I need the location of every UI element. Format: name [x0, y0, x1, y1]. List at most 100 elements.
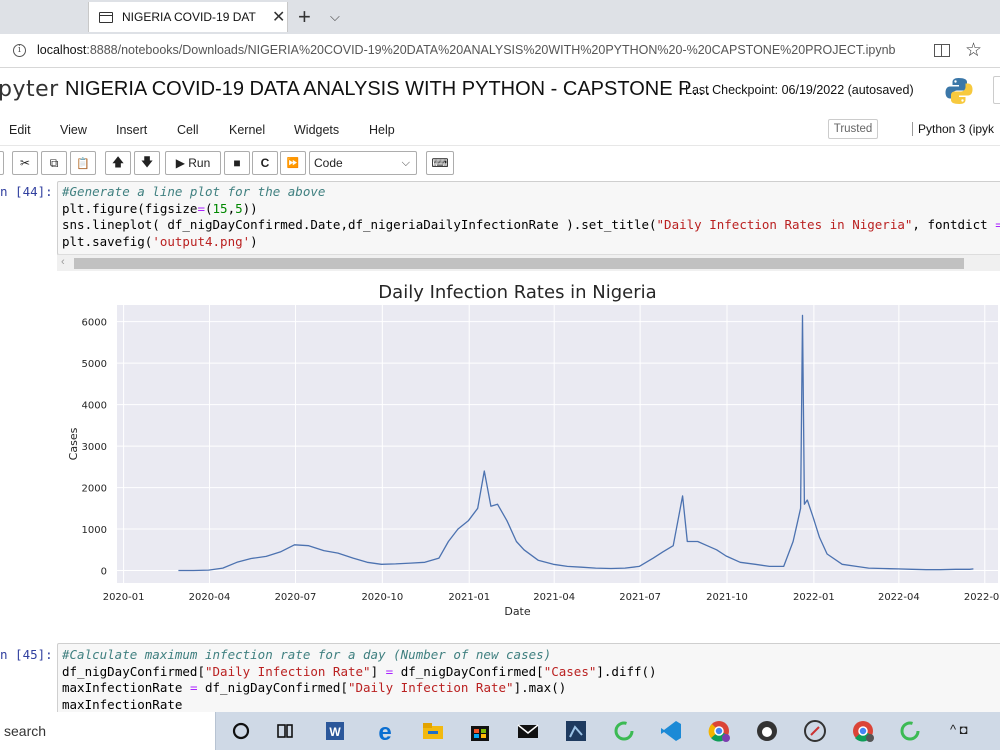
svg-text:e: e — [378, 719, 391, 744]
code-cell-45[interactable]: #Calculate maximum infection rate for a … — [57, 643, 1000, 715]
code-line[interactable]: #Calculate maximum infection rate for a … — [58, 647, 1000, 664]
code-token: ] — [370, 663, 386, 679]
x-tick-labels: 2020-01 2020-04 2020-07 2020-10 2021-01 2021-… — [103, 592, 1000, 603]
menu-cell[interactable]: Cell — [177, 123, 199, 137]
jupyter-logo[interactable]: pyter — [0, 77, 59, 102]
code-token: ) — [250, 233, 258, 249]
run-button[interactable]: ▶ Run — [165, 151, 221, 175]
save-button-edge[interactable] — [0, 151, 4, 175]
favorite-star-icon[interactable]: ☆ — [965, 39, 982, 62]
y-tick-label: 3000 — [82, 442, 107, 453]
notebook-title[interactable]: NIGERIA COVID-19 DATA ANALYSIS WITH PYTH… — [65, 78, 711, 101]
code-token: maxInfectionRate — [62, 680, 190, 695]
menu-insert[interactable]: Insert — [116, 123, 147, 137]
code-line[interactable]: sns.lineplot( df_nigDayConfirmed.Date,df… — [58, 217, 1000, 234]
command-palette-button[interactable]: ⌨ — [426, 151, 454, 175]
x-tick-label: 2022-07 — [964, 592, 1000, 603]
chrome-profile-icon[interactable] — [850, 718, 876, 744]
url-field[interactable]: localhost:8888/notebooks/Downloads/NIGER… — [37, 43, 896, 57]
vm-app-icon[interactable] — [563, 718, 589, 744]
code-line[interactable]: maxInfectionRate = df_nigDayConfirmed["D… — [58, 680, 1000, 697]
x-tick-label: 2021-04 — [533, 592, 575, 603]
y-axis-label: Cases — [67, 427, 80, 460]
logout-button-edge[interactable] — [993, 76, 1000, 104]
x-tick-label: 2020-01 — [103, 592, 145, 603]
code-token: plt.savefig( — [62, 233, 153, 249]
restart-button[interactable]: C — [252, 151, 278, 175]
copy-button[interactable]: ⧉ — [41, 151, 67, 175]
taskbar-search-input[interactable]: search — [0, 712, 216, 750]
code-token: ( — [205, 200, 213, 216]
vscode-icon[interactable] — [658, 718, 684, 744]
cut-button[interactable]: ✂ — [12, 151, 38, 175]
cortana-icon[interactable] — [228, 718, 254, 744]
code-token: )) — [242, 200, 258, 216]
code-token: plt.figure(figsize — [62, 200, 198, 216]
paste-button[interactable]: 📋 — [70, 151, 96, 175]
task-view-icon[interactable] — [272, 718, 298, 744]
menu-edit[interactable]: Edit — [9, 123, 31, 137]
code-token: sns.lineplot( df_nigDayConfirmed.Date,df… — [62, 217, 657, 232]
tab-menu-chevron-icon[interactable]: ⌵ — [330, 9, 340, 25]
scroll-left-icon[interactable]: ‹ — [61, 256, 65, 268]
move-down-button[interactable]: 🡇 — [134, 151, 160, 175]
cell-type-select[interactable]: Code ⌵ — [309, 151, 417, 175]
x-axis-label: Date — [504, 605, 531, 618]
y-tick-labels: 0 1000 2000 3000 4000 5000 6000 — [82, 318, 107, 578]
menu-widgets[interactable]: Widgets — [294, 123, 339, 137]
interrupt-button[interactable]: ■ — [224, 151, 250, 175]
mail-icon[interactable] — [515, 718, 541, 744]
word-icon[interactable]: W — [322, 718, 348, 744]
menu-help[interactable]: Help — [369, 123, 395, 137]
y-tick-label: 0 — [101, 567, 107, 578]
store-icon[interactable] — [467, 718, 493, 744]
horizontal-scrollbar[interactable]: ‹ — [57, 254, 1000, 271]
y-tick-label: 5000 — [82, 359, 107, 370]
info-icon[interactable]: i — [13, 44, 26, 57]
loading-app-icon[interactable] — [611, 718, 637, 744]
scrollbar-thumb[interactable] — [74, 258, 964, 269]
python-logo-icon — [945, 78, 973, 104]
code-line[interactable]: plt.savefig('output4.png') — [58, 234, 1000, 251]
code-cell-44[interactable]: #Generate a line plot for the above plt.f… — [57, 181, 1000, 255]
x-tick-label: 2021-07 — [619, 592, 661, 603]
chart-title: Daily Infection Rates in Nigeria — [378, 282, 656, 303]
edge-browser-icon[interactable]: e — [372, 718, 398, 744]
x-tick-label: 2021-01 — [448, 592, 490, 603]
code-line[interactable]: plt.figure(figsize=(15,5)) — [58, 201, 1000, 218]
browser-tab[interactable]: NIGERIA COVID-19 DAT ✕ — [88, 2, 288, 32]
menu-kernel[interactable]: Kernel — [229, 123, 265, 137]
svg-text:W: W — [329, 725, 341, 739]
trusted-badge[interactable]: Trusted — [828, 119, 878, 139]
code-token: df_nigDayConfirmed[ — [197, 680, 348, 695]
code-line[interactable]: #Generate a line plot for the above — [58, 184, 1000, 201]
browser-tab-bar: NIGERIA COVID-19 DAT ✕ + ⌵ — [0, 0, 1000, 34]
kernel-indicator[interactable]: Python 3 (ipyk — [912, 122, 994, 136]
code-token: , — [227, 200, 236, 216]
code-token: 5 — [235, 200, 243, 216]
chrome-icon[interactable] — [706, 718, 732, 744]
system-tray[interactable]: ^ ◘ — [950, 722, 968, 737]
y-tick-label: 4000 — [82, 401, 107, 412]
code-token: "Daily Infection Rate" — [347, 680, 514, 695]
code-token: , fontdict — [912, 217, 996, 232]
code-token: ].max() — [513, 680, 567, 695]
github-desktop-icon[interactable] — [754, 718, 780, 744]
keyboard-icon: ⌨ — [431, 156, 449, 170]
code-token: "Daily Infection Rates in Nigeria" — [656, 217, 913, 232]
media-app-icon[interactable] — [802, 718, 828, 744]
menu-bar: Edit View Insert Cell Kernel Widgets Hel… — [0, 114, 1000, 146]
move-up-button[interactable]: 🡅 — [105, 151, 131, 175]
sync-app-icon[interactable] — [897, 718, 923, 744]
reading-view-icon[interactable] — [934, 44, 950, 57]
close-tab-icon[interactable]: ✕ — [272, 7, 285, 27]
tab-title: NIGERIA COVID-19 DAT — [122, 10, 256, 24]
code-line[interactable]: maxInfectionRate — [58, 697, 1000, 714]
menu-view[interactable]: View — [60, 123, 87, 137]
code-token: = — [995, 217, 1000, 232]
restart-icon: C — [260, 156, 270, 170]
file-explorer-icon[interactable] — [420, 718, 446, 744]
restart-run-all-button[interactable]: ⏩ — [280, 151, 306, 175]
code-line[interactable]: df_nigDayConfirmed["Daily Infection Rate… — [58, 664, 1000, 681]
new-tab-icon[interactable]: + — [298, 4, 311, 30]
